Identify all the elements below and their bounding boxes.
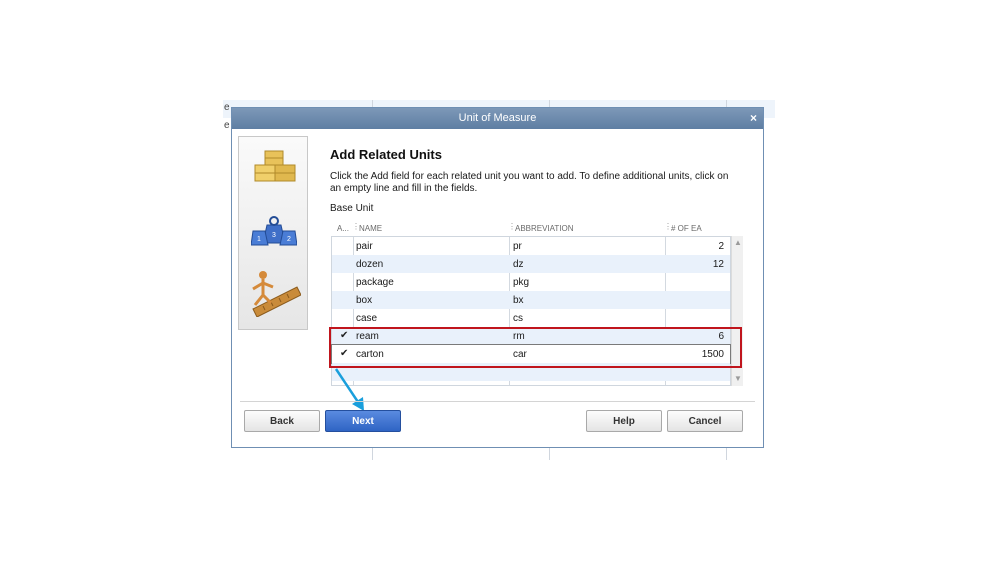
column-header-add[interactable]: A... — [337, 224, 349, 233]
grid-header: A... ⋮ NAME ⋮ ABBREVIATION ⋮ # OF EA — [331, 220, 743, 236]
footer-divider — [240, 401, 755, 402]
unit-of-measure-dialog: Unit of Measure × 3 1 2 Add Related Unit… — [231, 107, 764, 448]
table-row[interactable]: dozen dz 12 — [332, 255, 730, 273]
unit-abbreviation-cell[interactable]: rm — [513, 331, 525, 342]
column-header-abbreviation[interactable]: ABBREVIATION — [515, 224, 574, 233]
instructions-text: Click the Add field for each related uni… — [330, 171, 729, 194]
weights-icon: 3 1 2 — [251, 216, 297, 246]
ruler-measure-icon — [252, 271, 301, 317]
unit-name-cell[interactable]: dozen — [356, 259, 383, 270]
unit-abbreviation-cell[interactable]: dz — [513, 259, 524, 270]
unit-name-cell[interactable]: package — [356, 277, 394, 288]
unit-abbreviation-cell[interactable]: bx — [513, 295, 524, 306]
dialog-titlebar: Unit of Measure × — [232, 108, 763, 129]
page-title: Add Related Units — [330, 147, 442, 162]
table-row[interactable]: case cs — [332, 309, 730, 327]
close-button[interactable]: × — [750, 111, 757, 125]
base-unit-label: Base Unit — [330, 203, 374, 214]
unit-abbreviation-cell[interactable]: pkg — [513, 277, 529, 288]
unit-count-cell[interactable]: 2 — [718, 241, 724, 252]
unit-name-cell[interactable]: carton — [356, 349, 384, 360]
unit-count-cell[interactable]: 6 — [718, 331, 724, 342]
add-checkmark-icon[interactable]: ✔ — [340, 348, 348, 359]
unit-name-cell[interactable]: case — [356, 313, 377, 324]
unit-abbreviation-cell[interactable]: pr — [513, 241, 522, 252]
unit-count-cell[interactable]: 1500 — [702, 349, 724, 360]
unit-name-cell[interactable]: ream — [356, 331, 379, 342]
svg-text:2: 2 — [287, 236, 291, 243]
unit-name-cell[interactable]: box — [356, 295, 372, 306]
stacked-boxes-icon — [254, 150, 296, 182]
unit-count-cell[interactable]: 12 — [713, 259, 724, 270]
table-row[interactable]: ✔ ream rm 6 — [332, 327, 730, 345]
background-text-fragment: e — [224, 120, 230, 131]
column-header-count[interactable]: # OF EA — [671, 224, 702, 233]
background-text-fragment: e — [224, 102, 230, 113]
scroll-down-icon[interactable]: ▼ — [734, 374, 742, 383]
related-units-grid: A... ⋮ NAME ⋮ ABBREVIATION ⋮ # OF EA pai… — [331, 220, 743, 386]
unit-abbreviation-cell[interactable]: car — [513, 349, 527, 360]
wizard-icon-panel: 3 1 2 — [238, 136, 308, 330]
svg-text:3: 3 — [272, 232, 276, 239]
help-button[interactable]: Help — [586, 410, 662, 432]
table-row[interactable]: pair pr 2 — [332, 237, 730, 255]
scroll-up-icon[interactable]: ▲ — [734, 238, 742, 247]
table-row[interactable]: ✔ carton car 1500 — [331, 344, 731, 364]
back-button[interactable]: Back — [244, 410, 320, 432]
annotation-arrow-icon — [334, 368, 364, 411]
add-checkmark-icon[interactable]: ✔ — [340, 330, 348, 341]
table-row[interactable]: package pkg — [332, 273, 730, 291]
grid-scrollbar[interactable]: ▲ ▼ — [731, 236, 743, 386]
svg-text:1: 1 — [257, 236, 261, 243]
table-row[interactable]: box bx — [332, 291, 730, 309]
table-row[interactable] — [332, 363, 730, 381]
unit-abbreviation-cell[interactable]: cs — [513, 313, 523, 324]
grid-body: pair pr 2 dozen dz 12 package pkg box bx case cs ✔ re… — [331, 236, 731, 386]
dialog-title: Unit of Measure — [458, 112, 537, 124]
next-button[interactable]: Next — [325, 410, 401, 432]
cancel-button[interactable]: Cancel — [667, 410, 743, 432]
column-header-name[interactable]: NAME — [359, 224, 382, 233]
unit-name-cell[interactable]: pair — [356, 241, 373, 252]
